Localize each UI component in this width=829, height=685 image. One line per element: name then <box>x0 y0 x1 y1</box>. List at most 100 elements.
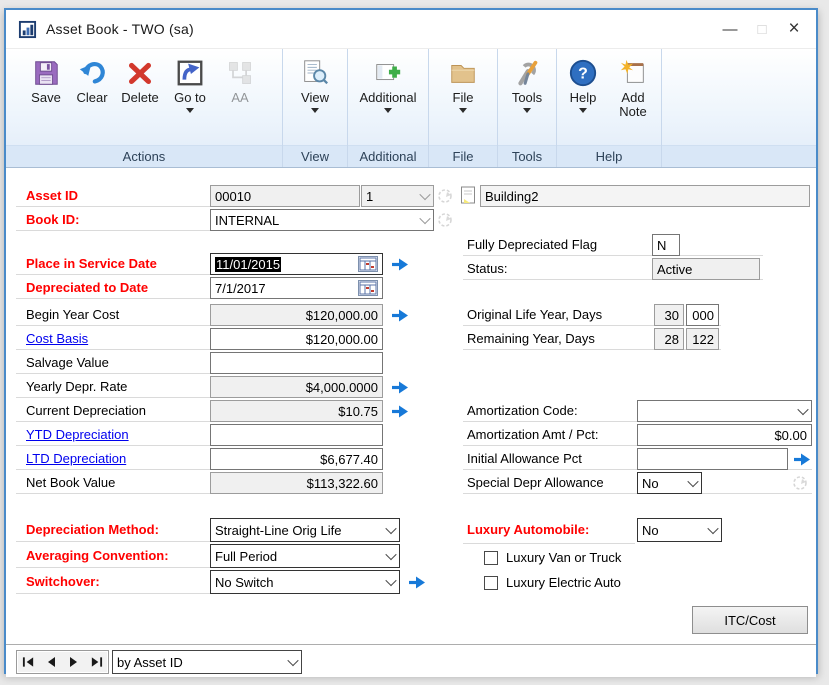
depreciated-to-label: Depreciated to Date <box>26 277 148 299</box>
remaining-days-field: 122 <box>686 328 719 350</box>
clear-button[interactable]: Clear <box>69 55 115 105</box>
initial-allowance-expansion-button[interactable] <box>791 449 813 469</box>
note-button[interactable] <box>458 185 478 205</box>
row-separator <box>16 206 212 207</box>
group-label-additional: Additional <box>348 145 428 167</box>
last-record-button[interactable] <box>87 653 107 671</box>
chevron-down-icon <box>419 213 430 224</box>
maximize-button[interactable]: □ <box>746 14 778 44</box>
save-button[interactable]: Save <box>23 55 69 105</box>
place-in-service-field[interactable]: 11/01/2015 <box>210 253 383 275</box>
undo-arrow-icon <box>77 55 107 91</box>
book-id-combo[interactable]: INTERNAL <box>210 209 434 231</box>
current-depreciation-field: $10.75 <box>210 400 383 422</box>
asset-id-label: Asset ID <box>26 185 78 207</box>
amortization-amt-field[interactable]: $0.00 <box>637 424 812 446</box>
row-separator <box>16 373 212 374</box>
depreciation-method-label: Depreciation Method: <box>26 519 159 541</box>
svg-text:?: ? <box>578 66 588 83</box>
toolbar-group-actions: Save Clear Delete <box>6 49 283 167</box>
additional-button[interactable]: Additional <box>351 55 425 117</box>
previous-record-button[interactable] <box>41 653 61 671</box>
averaging-convention-combo[interactable]: Full Period <box>210 544 400 568</box>
window-title: Asset Book - TWO (sa) <box>46 21 194 37</box>
add-note-button[interactable]: Add Note <box>607 55 659 118</box>
footer-separator <box>6 644 816 645</box>
switchover-combo[interactable]: No Switch <box>210 570 400 594</box>
delete-button[interactable]: Delete <box>115 55 165 105</box>
luxury-auto-combo[interactable]: No <box>637 518 722 542</box>
depreciated-to-field[interactable]: 7/1/2017 <box>210 277 383 299</box>
first-record-button[interactable] <box>18 653 38 671</box>
help-question-icon: ? <box>568 55 598 91</box>
aa-button: AA <box>215 55 265 105</box>
view-button[interactable]: View <box>287 55 343 117</box>
row-separator <box>16 593 212 594</box>
tools-button[interactable]: Tools <box>501 55 553 117</box>
delete-x-icon <box>125 55 155 91</box>
averaging-convention-label: Averaging Convention: <box>26 545 169 567</box>
begin-year-cost-field: $120,000.00 <box>210 304 383 326</box>
depreciation-method-combo[interactable]: Straight-Line Orig Life <box>210 518 400 542</box>
group-label-file: File <box>429 145 497 167</box>
switchover-expansion-button[interactable] <box>406 572 428 592</box>
ltd-depreciation-link[interactable]: LTD Depreciation <box>26 448 126 470</box>
cost-basis-field[interactable]: $120,000.00 <box>210 328 383 350</box>
toolbar-group-help: ? Help Add Note Help <box>557 49 662 167</box>
place-in-service-expansion-button[interactable] <box>389 254 411 274</box>
row-separator <box>463 255 763 256</box>
fully-depreciated-label: Fully Depreciated Flag <box>467 234 597 256</box>
minimize-button[interactable]: — <box>714 14 746 44</box>
place-in-service-label: Place in Service Date <box>26 253 157 275</box>
status-label: Status: <box>467 258 507 280</box>
sort-by-combo[interactable]: by Asset ID <box>112 650 302 674</box>
salvage-value-field[interactable] <box>210 352 383 374</box>
asset-book-window: Asset Book - TWO (sa) — □ × Save <box>4 8 818 674</box>
help-button[interactable]: ? Help <box>559 55 607 117</box>
additional-dropdown-icon[interactable] <box>384 108 392 117</box>
itc-cost-button[interactable]: ITC/Cost <box>692 606 808 634</box>
begin-year-cost-expansion-button[interactable] <box>389 305 411 325</box>
book-id-expansion-disabled-icon <box>435 210 455 230</box>
help-dropdown-icon[interactable] <box>579 108 587 117</box>
file-button[interactable]: File <box>435 55 491 117</box>
current-depreciation-label: Current Depreciation <box>26 400 146 422</box>
close-button[interactable]: × <box>778 14 810 44</box>
row-separator <box>16 274 212 275</box>
luxury-electric-checkbox[interactable] <box>484 576 498 590</box>
next-record-button[interactable] <box>64 653 84 671</box>
calendar-icon[interactable] <box>358 280 378 296</box>
calendar-icon[interactable] <box>358 256 378 272</box>
asset-suffix-combo[interactable]: 1 <box>361 185 434 207</box>
ytd-depreciation-field[interactable] <box>210 424 383 446</box>
initial-allowance-label: Initial Allowance Pct <box>467 448 582 470</box>
cost-basis-link[interactable]: Cost Basis <box>26 328 88 350</box>
goto-arrow-icon <box>175 55 205 91</box>
goto-button[interactable]: Go to <box>165 55 215 117</box>
original-life-days-field[interactable]: 000 <box>686 304 719 326</box>
toolbar-group-view: View View <box>283 49 348 167</box>
toolbar-group-file: File File <box>429 49 498 167</box>
amortization-code-label: Amortization Code: <box>467 400 578 422</box>
toolbar-group-additional: Additional Additional <box>348 49 429 167</box>
yearly-depr-rate-expansion-button[interactable] <box>389 377 411 397</box>
special-depr-combo[interactable]: No <box>637 472 702 494</box>
goto-dropdown-icon[interactable] <box>186 108 194 117</box>
tools-wrench-icon <box>512 55 542 91</box>
toolbar-group-tools: Tools Tools <box>498 49 557 167</box>
group-label-actions: Actions <box>6 145 282 167</box>
file-dropdown-icon[interactable] <box>459 108 467 117</box>
row-separator <box>16 567 212 568</box>
current-depreciation-expansion-button[interactable] <box>389 401 411 421</box>
app-chart-icon <box>18 20 37 39</box>
initial-allowance-field[interactable] <box>637 448 788 470</box>
amortization-code-combo[interactable] <box>637 400 812 422</box>
ltd-depreciation-field[interactable]: $6,677.40 <box>210 448 383 470</box>
selected-date-text: 11/01/2015 <box>215 257 281 272</box>
view-dropdown-icon[interactable] <box>311 108 319 117</box>
ytd-depreciation-link[interactable]: YTD Depreciation <box>26 424 129 446</box>
chevron-down-icon <box>385 549 396 560</box>
tools-dropdown-icon[interactable] <box>523 108 531 117</box>
luxury-van-checkbox[interactable] <box>484 551 498 565</box>
asset-id-field: 00010 <box>210 185 360 207</box>
